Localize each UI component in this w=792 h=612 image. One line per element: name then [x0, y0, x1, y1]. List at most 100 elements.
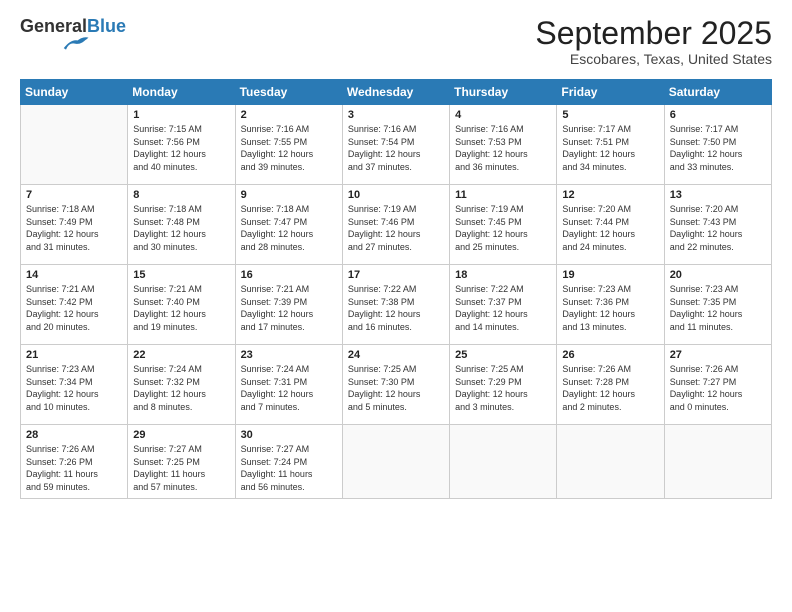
day-info: Sunrise: 7:16 AM [241, 123, 337, 136]
day-number: 30 [241, 429, 337, 441]
day-info: and 8 minutes. [133, 401, 229, 414]
table-row: 14 Sunrise: 7:21 AMSunset: 7:42 PMDayligh… [21, 265, 128, 345]
table-row: 10Sunrise: 7:19 AMSunset: 7:46 PMDayligh… [342, 185, 449, 265]
day-info: and 59 minutes. [26, 481, 122, 494]
day-info: Sunset: 7:46 PM [348, 216, 444, 229]
page-container: GeneralBlue September 2025 Escobares, Te… [0, 0, 792, 509]
day-info: Sunrise: 7:26 AM [562, 363, 658, 376]
day-info: Daylight: 12 hours [241, 388, 337, 401]
col-monday: Monday [128, 80, 235, 105]
table-row: 12Sunrise: 7:20 AMSunset: 7:44 PMDayligh… [557, 185, 664, 265]
day-info: Sunset: 7:55 PM [241, 136, 337, 149]
table-row: 24Sunrise: 7:25 AMSunset: 7:30 PMDayligh… [342, 345, 449, 425]
day-number: 20 [670, 269, 766, 281]
day-info: Sunrise: 7:18 AM [26, 203, 122, 216]
table-row: 11Sunrise: 7:19 AMSunset: 7:45 PMDayligh… [450, 185, 557, 265]
day-info: Sunrise: 7:21 AM [26, 283, 122, 296]
day-info: Daylight: 12 hours [670, 148, 766, 161]
day-info: Sunrise: 7:24 AM [241, 363, 337, 376]
day-info: and 30 minutes. [133, 241, 229, 254]
table-row [557, 425, 664, 498]
day-info: Daylight: 12 hours [348, 228, 444, 241]
day-info: Daylight: 12 hours [133, 228, 229, 241]
day-info: Sunrise: 7:26 AM [670, 363, 766, 376]
day-info: Sunset: 7:54 PM [348, 136, 444, 149]
day-info: Daylight: 12 hours [670, 388, 766, 401]
day-info: Sunrise: 7:24 AM [133, 363, 229, 376]
day-info: Daylight: 12 hours [241, 308, 337, 321]
day-info: and 40 minutes. [133, 161, 229, 174]
day-info: Sunrise: 7:27 AM [133, 443, 229, 456]
page-header: GeneralBlue September 2025 Escobares, Te… [20, 16, 772, 67]
day-info: and 34 minutes. [562, 161, 658, 174]
day-info: and 36 minutes. [455, 161, 551, 174]
table-row [21, 105, 128, 185]
table-row: 21Sunrise: 7:23 AMSunset: 7:34 PMDayligh… [21, 345, 128, 425]
day-info: Sunrise: 7:20 AM [670, 203, 766, 216]
day-info: Daylight: 12 hours [133, 388, 229, 401]
table-row: 29Sunrise: 7:27 AMSunset: 7:25 PMDayligh… [128, 425, 235, 498]
day-info: Daylight: 11 hours [26, 468, 122, 481]
day-info: Sunset: 7:48 PM [133, 216, 229, 229]
day-info: and 13 minutes. [562, 321, 658, 334]
logo-blue: Blue [87, 16, 126, 36]
title-block: September 2025 Escobares, Texas, United … [535, 16, 772, 67]
day-info: Sunrise: 7:19 AM [455, 203, 551, 216]
day-info: Sunrise: 7:25 AM [348, 363, 444, 376]
table-row: 22Sunrise: 7:24 AMSunset: 7:32 PMDayligh… [128, 345, 235, 425]
day-info: and 25 minutes. [455, 241, 551, 254]
day-info: and 7 minutes. [241, 401, 337, 414]
location-text: Escobares, Texas, United States [535, 51, 772, 67]
table-row: 25Sunrise: 7:25 AMSunset: 7:29 PMDayligh… [450, 345, 557, 425]
table-row: 6Sunrise: 7:17 AMSunset: 7:50 PMDaylight… [664, 105, 771, 185]
day-info: Daylight: 12 hours [455, 148, 551, 161]
table-row: 4Sunrise: 7:16 AMSunset: 7:53 PMDaylight… [450, 105, 557, 185]
day-info: and 11 minutes. [670, 321, 766, 334]
day-number: 24 [348, 349, 444, 361]
day-info: Sunset: 7:31 PM [241, 376, 337, 389]
table-row: 3Sunrise: 7:16 AMSunset: 7:54 PMDaylight… [342, 105, 449, 185]
day-info: Sunset: 7:26 PM [26, 456, 122, 469]
table-row [342, 425, 449, 498]
day-number: 26 [562, 349, 658, 361]
day-info: and 17 minutes. [241, 321, 337, 334]
day-number: 1 [133, 109, 229, 121]
day-info: Sunrise: 7:17 AM [670, 123, 766, 136]
month-title: September 2025 [535, 16, 772, 51]
day-info: Sunrise: 7:23 AM [562, 283, 658, 296]
day-info: Daylight: 12 hours [562, 148, 658, 161]
day-info: Daylight: 12 hours [26, 388, 122, 401]
day-number: 27 [670, 349, 766, 361]
day-number: 25 [455, 349, 551, 361]
day-info: Daylight: 11 hours [133, 468, 229, 481]
day-info: Sunset: 7:28 PM [562, 376, 658, 389]
day-info: Sunrise: 7:21 AM [241, 283, 337, 296]
day-info: Daylight: 12 hours [455, 228, 551, 241]
day-info: Daylight: 12 hours [562, 308, 658, 321]
day-number: 29 [133, 429, 229, 441]
table-row: 17Sunrise: 7:22 AMSunset: 7:38 PMDayligh… [342, 265, 449, 345]
day-number: 5 [562, 109, 658, 121]
day-number: 11 [455, 189, 551, 201]
table-row: 23 Sunrise: 7:24 AMSunset: 7:31 PMDayligh… [235, 345, 342, 425]
day-info: Daylight: 12 hours [455, 388, 551, 401]
day-info: Sunrise: 7:20 AM [562, 203, 658, 216]
day-info: Daylight: 12 hours [241, 228, 337, 241]
day-number: 7 [26, 189, 122, 201]
day-number: 22 [133, 349, 229, 361]
day-info: and 27 minutes. [348, 241, 444, 254]
day-number: 8 [133, 189, 229, 201]
day-number: 9 [241, 189, 337, 201]
table-row: 16Sunrise: 7:21 AMSunset: 7:39 PMDayligh… [235, 265, 342, 345]
day-info: and 22 minutes. [670, 241, 766, 254]
day-info: Daylight: 12 hours [26, 308, 122, 321]
day-info: Sunrise: 7:18 AM [241, 203, 337, 216]
day-number: 23 [241, 349, 337, 361]
day-number: 15 [133, 269, 229, 281]
col-wednesday: Wednesday [342, 80, 449, 105]
day-info: Daylight: 12 hours [562, 388, 658, 401]
day-number: 14 [26, 269, 122, 281]
day-number: 6 [670, 109, 766, 121]
day-info: Sunset: 7:42 PM [26, 296, 122, 309]
day-info: Daylight: 12 hours [562, 228, 658, 241]
